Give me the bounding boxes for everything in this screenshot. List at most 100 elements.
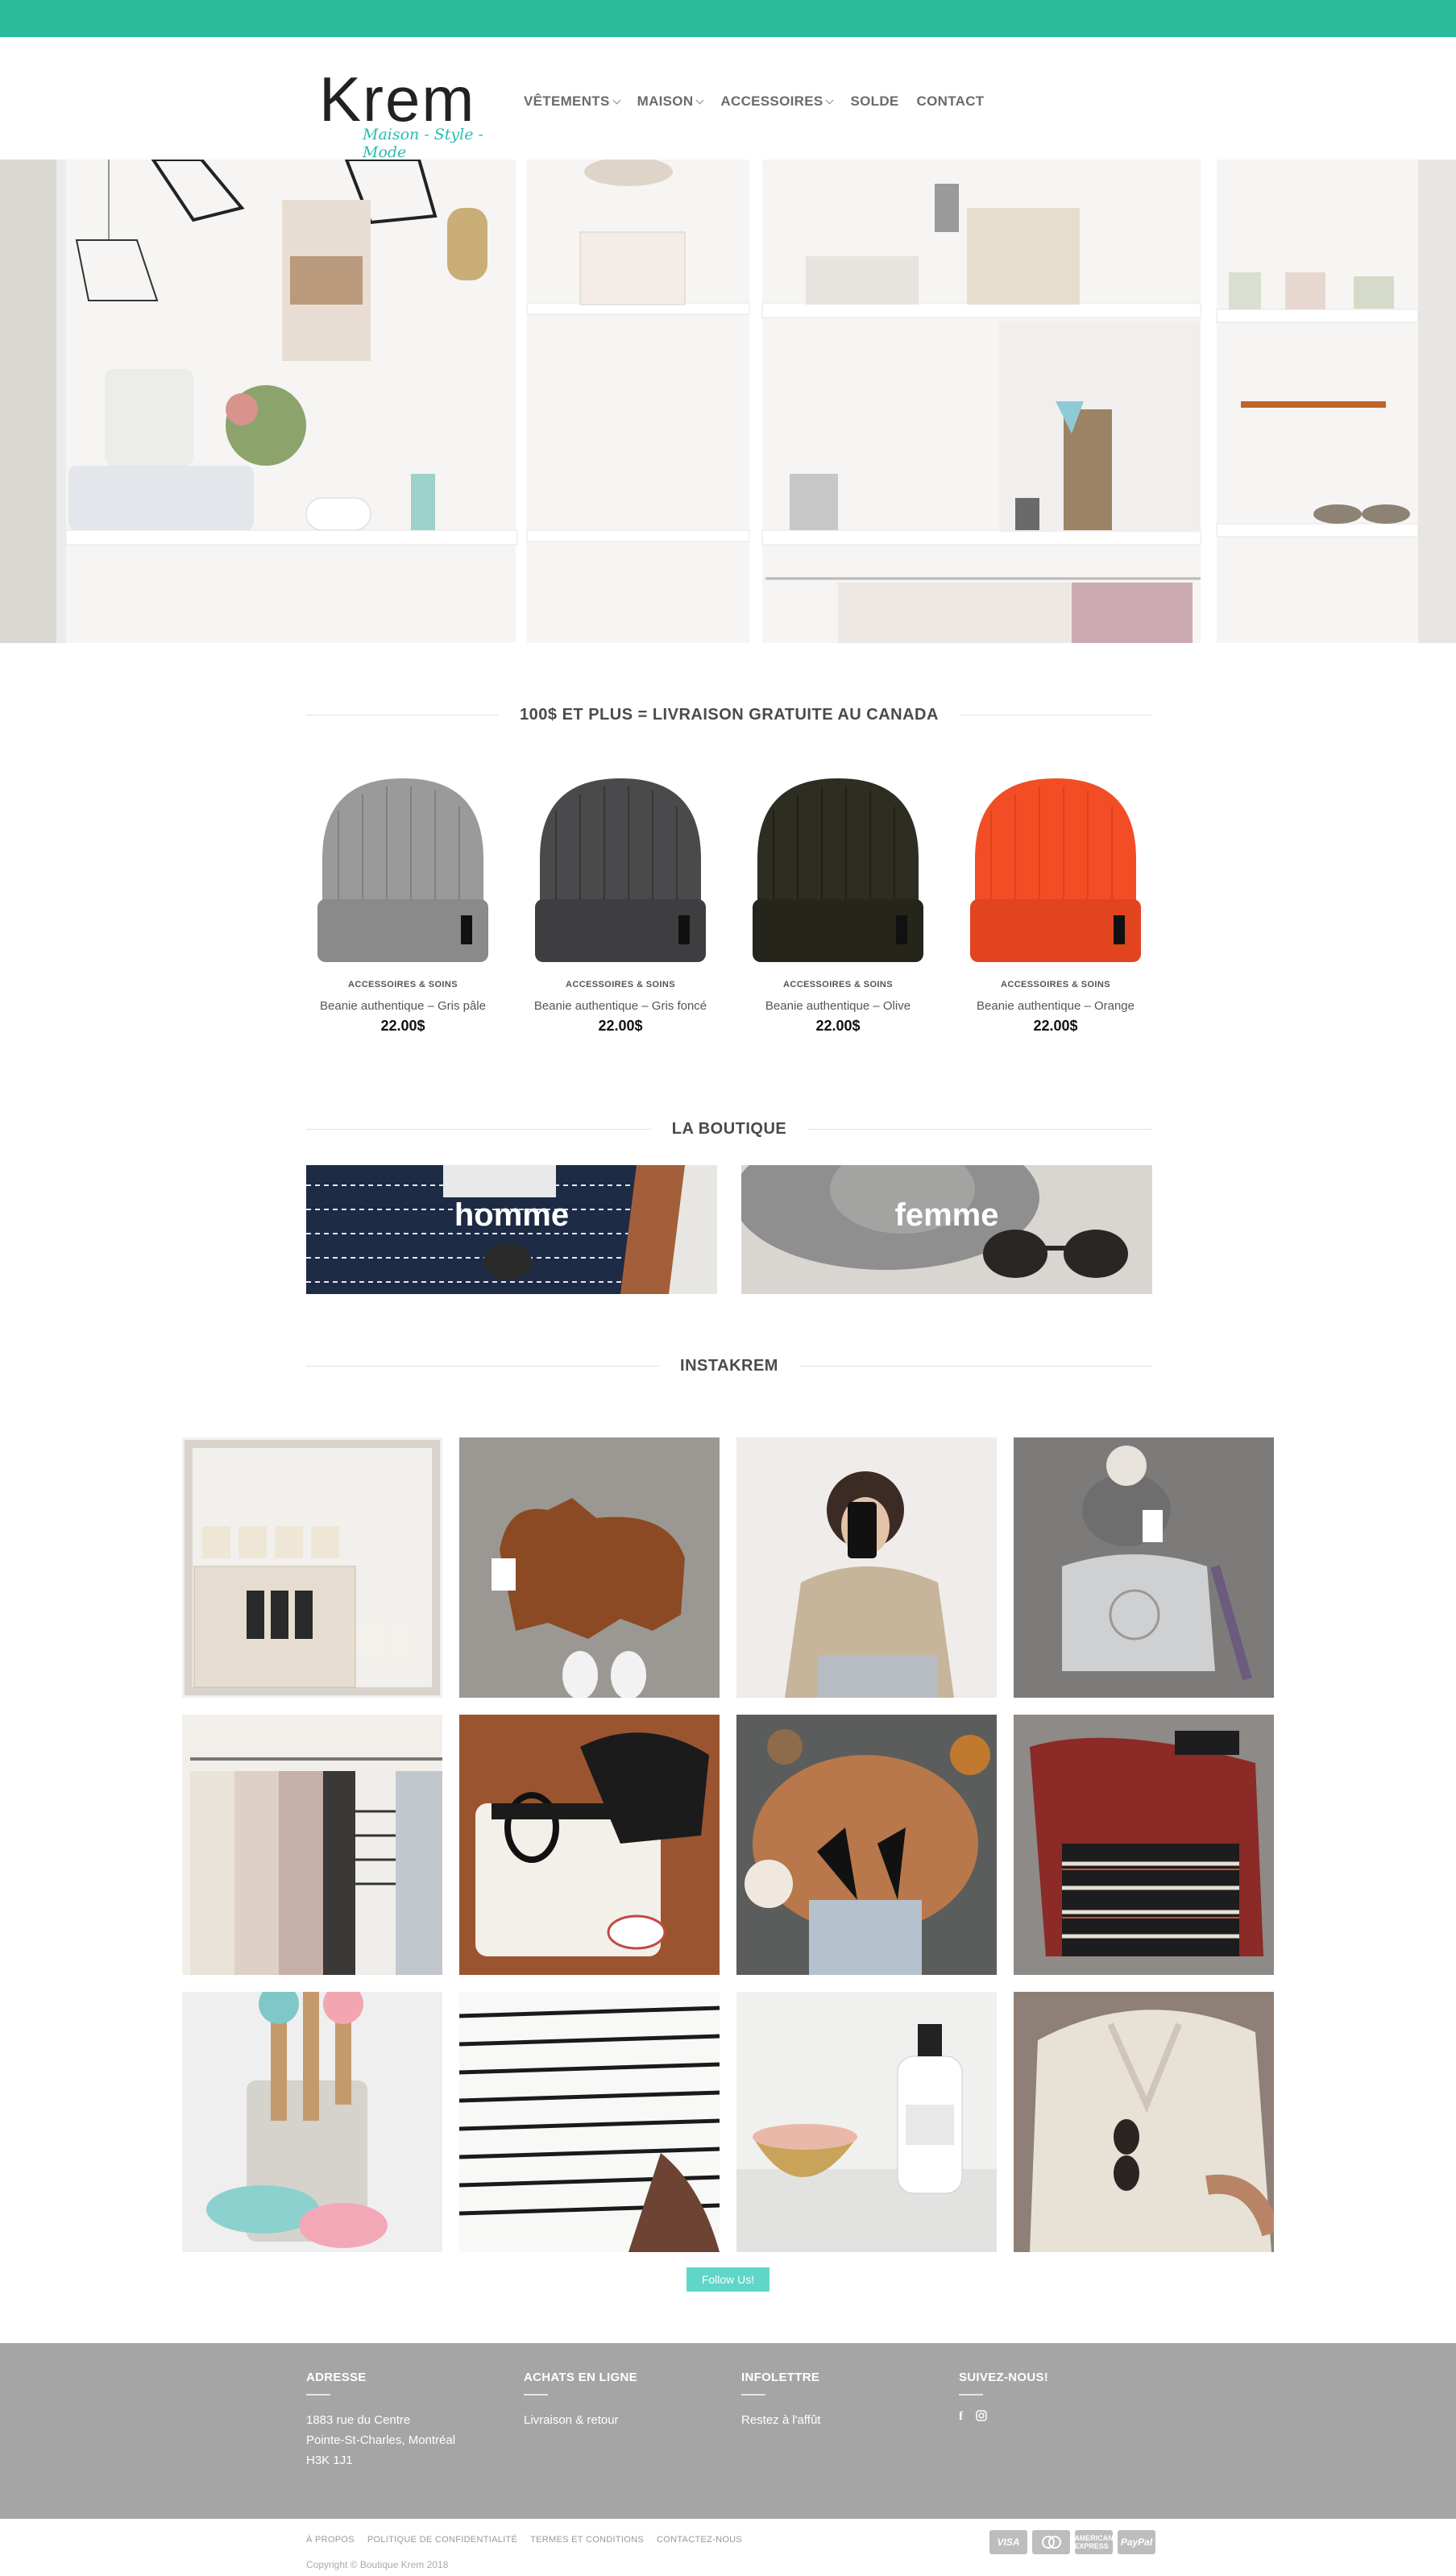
product-name[interactable]: Beanie authentique – Orange	[959, 999, 1152, 1013]
main-nav: VÊTEMENTS MAISON ACCESSOIRES SOLDE CONTA…	[524, 93, 984, 110]
instagram-photo[interactable]	[736, 1715, 997, 1975]
logo-tagline: Maison - Style - Mode	[363, 126, 483, 161]
instagram-photo[interactable]	[736, 1992, 997, 2252]
divider-line	[741, 2394, 765, 2396]
payment-methods: VISA AMERICAN EXPRESS PayPal	[989, 2530, 1155, 2554]
divider-line	[524, 2394, 548, 2396]
product-category: ACCESSOIRES & SOINS	[566, 980, 675, 989]
instagram-photo[interactable]	[736, 1437, 997, 1698]
divider-line	[306, 1365, 660, 1367]
divider-line	[959, 2394, 983, 2396]
footer-heading: INFOLETTRE	[741, 2371, 820, 2384]
sub-footer: À PROPOS POLITIQUE DE CONFIDENTIALITÉ TE…	[0, 2519, 1456, 2576]
instagram-photo[interactable]	[459, 1715, 720, 1975]
facebook-icon[interactable]: f	[959, 2410, 963, 2425]
product-category: ACCESSOIRES & SOINS	[348, 980, 458, 989]
product-name[interactable]: Beanie authentique – Olive	[741, 999, 935, 1013]
nav-item-solde[interactable]: SOLDE	[850, 93, 898, 110]
shipping-banner-text: 100$ ET PLUS = LIVRAISON GRATUITE AU CAN…	[520, 705, 939, 724]
product-image-beanie-gris-pale[interactable]	[306, 762, 500, 972]
product-price: 22.00$	[815, 1018, 861, 1034]
shipping-banner: 100$ ET PLUS = LIVRAISON GRATUITE AU CAN…	[306, 703, 1152, 727]
divider-line	[306, 2394, 330, 2396]
footer-newsletter: INFOLETTRE Restez à l'affût	[741, 2371, 943, 2430]
nav-label: CONTACT	[916, 93, 985, 109]
instakrem-title: INSTAKREM	[680, 1356, 778, 1375]
category-card-homme[interactable]: homme	[306, 1165, 717, 1294]
product-card[interactable]: ACCESSOIRES & SOINS Beanie authentique –…	[959, 762, 1152, 1035]
copyright-text: Copyright © Boutique Krem 2018	[306, 2559, 449, 2570]
category-label-homme: homme	[454, 1197, 570, 1233]
product-category: ACCESSOIRES & SOINS	[783, 980, 893, 989]
nav-item-contact[interactable]: CONTACT	[917, 93, 985, 110]
nav-item-accessoires[interactable]: ACCESSOIRES	[720, 93, 834, 110]
divider-line	[306, 714, 500, 716]
instakrem-heading: INSTAKREM	[306, 1354, 1152, 1378]
nav-item-vetements[interactable]: VÊTEMENTS	[524, 93, 621, 110]
product-card[interactable]: ACCESSOIRES & SOINS Beanie authentique –…	[741, 762, 935, 1035]
category-label-femme: femme	[894, 1197, 999, 1233]
nav-label: SOLDE	[850, 93, 899, 109]
footer-online: ACHATS EN LIGNE Livraison & retour	[524, 2371, 725, 2430]
footer-link-privacy[interactable]: POLITIQUE DE CONFIDENTIALITÉ	[367, 2535, 517, 2545]
nav-label: VÊTEMENTS	[524, 93, 610, 109]
instagram-photo[interactable]	[459, 1437, 720, 1698]
paypal-icon: PayPal	[1118, 2530, 1155, 2554]
address-line: H3K 1J1	[306, 2454, 353, 2467]
instagram-photo[interactable]	[182, 1437, 442, 1698]
logo-wordmark: Krem	[319, 64, 476, 135]
divider-line	[807, 1128, 1152, 1130]
instagram-photo[interactable]	[1014, 1992, 1274, 2252]
divider-line	[306, 1128, 651, 1130]
chevron-down-icon	[695, 96, 704, 104]
footer-address: ADRESSE 1883 rue du Centre Pointe-St-Cha…	[306, 2371, 508, 2470]
hero-banner-image	[0, 160, 1456, 643]
nav-label: MAISON	[637, 93, 694, 109]
product-card[interactable]: ACCESSOIRES & SOINS Beanie authentique –…	[306, 762, 500, 1035]
shipping-returns-link[interactable]: Livraison & retour	[524, 2410, 725, 2430]
product-name[interactable]: Beanie authentique – Gris foncé	[524, 999, 717, 1013]
product-price: 22.00$	[380, 1018, 425, 1034]
footer-link-about[interactable]: À PROPOS	[306, 2535, 355, 2545]
footer-links: À PROPOS POLITIQUE DE CONFIDENTIALITÉ TE…	[306, 2535, 742, 2545]
product-card[interactable]: ACCESSOIRES & SOINS Beanie authentique –…	[524, 762, 717, 1035]
chevron-down-icon	[826, 96, 834, 104]
product-image-beanie-olive[interactable]	[741, 762, 935, 972]
product-list: ACCESSOIRES & SOINS Beanie authentique –…	[306, 762, 1152, 1035]
footer-heading: SUIVEZ-NOUS!	[959, 2371, 1049, 2384]
social-icons: f	[959, 2410, 1160, 2425]
address-line: Pointe-St-Charles, Montréal	[306, 2433, 456, 2447]
instagram-grid	[182, 1437, 1276, 2252]
footer-link-terms[interactable]: TERMES ET CONDITIONS	[530, 2535, 644, 2545]
product-price: 22.00$	[598, 1018, 643, 1034]
mastercard-icon	[1032, 2530, 1070, 2554]
nav-item-maison[interactable]: MAISON	[637, 93, 704, 110]
product-image-beanie-gris-fonce[interactable]	[524, 762, 717, 972]
instagram-photo[interactable]	[1014, 1715, 1274, 1975]
instagram-photo[interactable]	[182, 1715, 442, 1975]
divider-line	[959, 714, 1152, 716]
boutique-heading: LA BOUTIQUE	[306, 1117, 1152, 1141]
product-image-beanie-orange[interactable]	[959, 762, 1152, 972]
product-price: 22.00$	[1033, 1018, 1078, 1034]
boutique-title: LA BOUTIQUE	[671, 1119, 787, 1138]
newsletter-link[interactable]: Restez à l'affût	[741, 2410, 943, 2430]
instagram-photo[interactable]	[182, 1992, 442, 2252]
footer-social: SUIVEZ-NOUS! f	[959, 2371, 1160, 2425]
footer-link-contact[interactable]: CONTACTEZ-NOUS	[657, 2535, 742, 2545]
visa-icon: VISA	[989, 2530, 1027, 2554]
nav-label: ACCESSOIRES	[720, 93, 823, 109]
boutique-categories: homme femme	[306, 1165, 1152, 1294]
instagram-icon[interactable]	[976, 2410, 987, 2425]
amex-icon: AMERICAN EXPRESS	[1074, 2530, 1114, 2554]
instagram-photo[interactable]	[459, 1992, 720, 2252]
instagram-photo[interactable]	[1014, 1437, 1274, 1698]
site-logo[interactable]: Krem Maison - Style - Mode	[319, 64, 488, 168]
instagram-follow-button[interactable]: Follow Us!	[687, 2267, 769, 2292]
category-card-femme[interactable]: femme	[741, 1165, 1152, 1294]
footer-heading: ACHATS EN LIGNE	[524, 2371, 637, 2384]
top-accent-bar	[0, 0, 1456, 37]
product-name[interactable]: Beanie authentique – Gris pâle	[306, 999, 500, 1013]
site-footer: ADRESSE 1883 rue du Centre Pointe-St-Cha…	[0, 2343, 1456, 2519]
divider-line	[799, 1365, 1152, 1367]
